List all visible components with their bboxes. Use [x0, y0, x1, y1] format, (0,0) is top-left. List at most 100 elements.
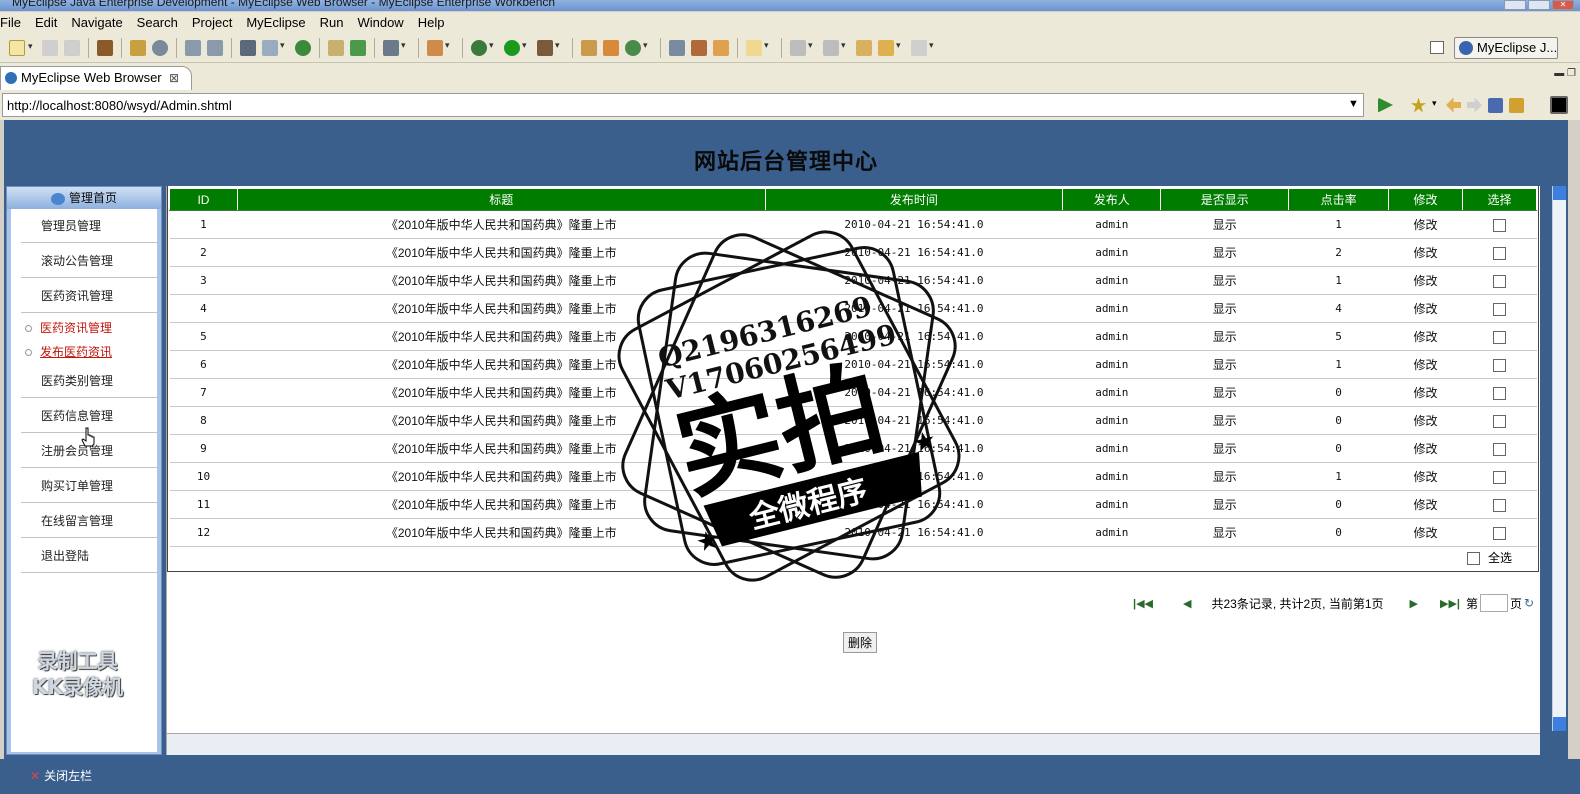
menu-help[interactable]: Help	[411, 15, 452, 30]
new-icon[interactable]	[9, 39, 33, 56]
row-checkbox[interactable]	[1493, 526, 1506, 540]
sidebar-subitem-news-publish[interactable]: 发布医药资讯	[25, 343, 112, 360]
sidebar-item-messages[interactable]: 在线留言管理	[21, 504, 157, 538]
maximize-icon[interactable]	[1528, 0, 1550, 10]
web-icon[interactable]	[262, 39, 285, 56]
row-checkbox[interactable]	[1493, 442, 1506, 456]
last-page-icon[interactable]: ▶▶|	[1440, 597, 1460, 610]
hierarchy-icon[interactable]	[603, 39, 619, 56]
menu-edit[interactable]: Edit	[28, 15, 64, 30]
menu-run[interactable]: Run	[313, 15, 351, 30]
save-icon[interactable]	[42, 39, 58, 56]
minimize-icon[interactable]	[1504, 0, 1526, 10]
browser-refresh-icon[interactable]	[1509, 97, 1524, 113]
row-edit-link[interactable]: 修改	[1388, 294, 1463, 323]
menu-myeclipse[interactable]: MyEclipse	[239, 15, 312, 30]
favorites-icon[interactable]	[1411, 97, 1426, 113]
menu-window[interactable]: Window	[350, 15, 410, 30]
add-icon[interactable]	[350, 39, 366, 56]
row-edit-link[interactable]: 修改	[1388, 322, 1463, 351]
print-icon[interactable]	[64, 39, 80, 56]
sidebar-item-news[interactable]: 医药资讯管理	[21, 279, 157, 313]
close-window-icon[interactable]: ✕	[1552, 0, 1574, 10]
next-annotation-icon[interactable]	[790, 39, 813, 56]
run-icon[interactable]	[504, 39, 527, 56]
menu-file[interactable]: File	[0, 15, 28, 30]
row-edit-link[interactable]: 修改	[1388, 378, 1463, 407]
go-icon[interactable]	[1378, 97, 1393, 113]
row-checkbox[interactable]	[1493, 330, 1506, 344]
row-checkbox[interactable]	[1493, 302, 1506, 316]
row-edit-link[interactable]: 修改	[1388, 490, 1463, 519]
perspective-switcher[interactable]: MyEclipse J...	[1454, 37, 1558, 59]
delete-button[interactable]: 删除	[843, 632, 878, 653]
menu-project[interactable]: Project	[185, 15, 239, 30]
row-checkbox[interactable]	[1493, 358, 1506, 372]
last-edit-icon[interactable]	[856, 39, 872, 56]
external-tools-icon[interactable]	[537, 39, 560, 56]
close-tab-icon[interactable]: ⊠	[169, 67, 179, 89]
row-edit-link[interactable]: 修改	[1388, 518, 1463, 547]
row-edit-link[interactable]: 修改	[1388, 462, 1463, 491]
page-number-input[interactable]	[1480, 594, 1508, 612]
package-icon[interactable]	[97, 39, 113, 56]
tab-web-browser[interactable]: MyEclipse Web Browser ⊠	[0, 66, 192, 90]
sidebar-item-orders[interactable]: 购买订单管理	[21, 469, 157, 503]
sidebar-item-logout[interactable]: 退出登陆	[21, 539, 157, 573]
browser-icon[interactable]	[295, 39, 311, 56]
stop-icon[interactable]	[1488, 97, 1503, 113]
debug-icon[interactable]	[471, 39, 494, 56]
find-icon[interactable]	[207, 39, 223, 56]
row-checkbox[interactable]	[1493, 470, 1506, 484]
row-checkbox[interactable]	[1493, 246, 1506, 260]
prev-annotation-icon[interactable]	[823, 39, 846, 56]
prev-page-icon[interactable]: ◀	[1183, 597, 1191, 610]
select-all-checkbox[interactable]	[1467, 552, 1480, 566]
database-icon[interactable]	[240, 39, 256, 56]
maximize-view-icon[interactable]: ❐	[1567, 68, 1576, 79]
url-dropdown-icon[interactable]: ▼	[1348, 98, 1359, 110]
new-class-icon[interactable]	[427, 39, 450, 56]
sidebar-header[interactable]: 管理首页	[7, 187, 161, 209]
row-edit-link[interactable]: 修改	[1388, 266, 1463, 295]
pin-icon[interactable]	[691, 39, 707, 56]
back-icon[interactable]	[878, 39, 901, 56]
first-page-icon[interactable]: |◀◀	[1133, 597, 1153, 610]
url-input[interactable]	[2, 93, 1364, 117]
row-edit-link[interactable]: 修改	[1388, 406, 1463, 435]
scroll-down-icon[interactable]	[1553, 717, 1566, 731]
row-checkbox[interactable]	[1493, 274, 1506, 288]
select-all[interactable]: 全选	[1467, 549, 1512, 566]
row-checkbox[interactable]	[1493, 414, 1506, 428]
open-perspective-icon[interactable]	[1430, 41, 1444, 54]
page-scrollbar[interactable]	[1552, 186, 1566, 731]
server-icon[interactable]	[152, 39, 168, 56]
folder-icon[interactable]	[746, 39, 769, 56]
row-checkbox[interactable]	[1493, 386, 1506, 400]
sidebar-item-admin[interactable]: 管理员管理	[21, 209, 157, 243]
sidebar-item-announcements[interactable]: 滚动公告管理	[21, 244, 157, 278]
menu-navigate[interactable]: Navigate	[64, 15, 129, 30]
task-icon[interactable]	[669, 39, 685, 56]
scroll-up-icon[interactable]	[1553, 186, 1566, 200]
favorites-dropdown-icon[interactable]: ▾	[1432, 98, 1440, 113]
next-page-icon[interactable]: ▶	[1410, 597, 1418, 610]
external-browser-icon[interactable]	[1550, 96, 1568, 114]
menu-search[interactable]: Search	[130, 15, 185, 30]
tag-icon[interactable]	[713, 39, 729, 56]
close-sidebar-link[interactable]: ✕ 关闭左栏	[30, 767, 92, 784]
row-edit-link[interactable]: 修改	[1388, 350, 1463, 379]
browser-forward-icon[interactable]	[1467, 97, 1482, 113]
browser-back-icon[interactable]	[1446, 97, 1461, 113]
edit-icon[interactable]	[185, 39, 201, 56]
sidebar-item-categories[interactable]: 医药类别管理	[21, 364, 157, 398]
row-edit-link[interactable]: 修改	[1388, 210, 1463, 239]
open-type-icon[interactable]	[581, 39, 597, 56]
goto-icon[interactable]: ↻	[1524, 596, 1534, 610]
minimize-view-icon[interactable]: ▬	[1554, 68, 1564, 79]
camera-icon[interactable]	[383, 39, 406, 56]
row-checkbox[interactable]	[1493, 218, 1506, 232]
deploy-icon[interactable]	[130, 39, 146, 56]
row-checkbox[interactable]	[1493, 498, 1506, 512]
refresh-icon[interactable]	[625, 39, 648, 56]
